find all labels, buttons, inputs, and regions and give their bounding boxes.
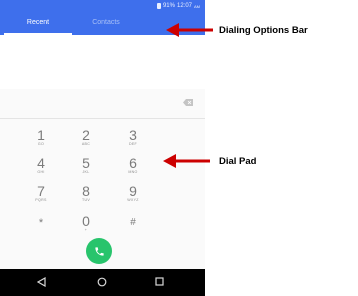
- key-digit: #: [130, 217, 136, 228]
- home-circle-icon[interactable]: [97, 277, 107, 287]
- dial-pad-label: Dial Pad: [219, 156, 257, 167]
- dial-key-7[interactable]: 7 PQRS: [16, 184, 66, 203]
- dial-key-0[interactable]: 0 +: [61, 214, 111, 233]
- dial-key-1[interactable]: 1 GO: [16, 128, 66, 147]
- dial-key-9[interactable]: 9 WXYZ: [108, 184, 158, 203]
- key-digit: *: [38, 217, 44, 229]
- dial-key-3[interactable]: 3 DEF: [108, 128, 158, 147]
- key-digit: 1: [37, 127, 45, 143]
- key-letters: ABC: [81, 142, 91, 146]
- dial-pad-arrow: [163, 154, 210, 168]
- clock-ampm: AM: [194, 3, 200, 9]
- back-triangle-icon[interactable]: [37, 277, 46, 287]
- key-letters: PQRS: [35, 198, 47, 202]
- dialing-options-arrow: [166, 23, 213, 37]
- navigation-bar: [0, 269, 205, 296]
- key-letters: WXYZ: [127, 198, 139, 202]
- key-letters: JKL: [82, 170, 90, 174]
- key-digit: 8: [82, 183, 90, 199]
- key-letters: GO: [37, 142, 45, 146]
- dial-key-4[interactable]: 4 GHI: [16, 156, 66, 175]
- key-letters: MNO: [128, 170, 138, 174]
- key-digit: 2: [82, 127, 90, 143]
- dial-key-6[interactable]: 6 MNO: [108, 156, 158, 175]
- call-button[interactable]: [86, 238, 112, 264]
- key-digit: 9: [129, 183, 137, 199]
- recents-square-icon[interactable]: [155, 277, 164, 286]
- phone-screen: 91% 12:07 AM Recent Contacts 1 GO 2 ABC …: [0, 0, 205, 296]
- key-letters: +: [84, 228, 88, 232]
- dial-pad: 1 GO 2 ABC 3 DEF 4 GHI 5 JKL 6 MNO 7 PQR…: [0, 122, 205, 240]
- battery-level: 91%: [162, 3, 175, 9]
- dialing-options-label: Dialing Options Bar: [219, 25, 308, 36]
- status-bar: 91% 12:07 AM: [0, 0, 205, 12]
- key-digit: 4: [37, 155, 45, 171]
- backspace-icon[interactable]: [183, 99, 193, 106]
- dial-key-5[interactable]: 5 JKL: [61, 156, 111, 175]
- tab-contacts[interactable]: Contacts: [72, 19, 140, 26]
- dial-key-star[interactable]: *: [16, 216, 66, 230]
- key-letters: TUV: [81, 198, 91, 202]
- key-letters: DEF: [128, 142, 138, 146]
- key-digit: 5: [82, 155, 90, 171]
- search-results-area[interactable]: [0, 35, 205, 90]
- dial-key-8[interactable]: 8 TUV: [61, 184, 111, 203]
- phone-call-icon: [94, 246, 104, 256]
- key-letters: GHI: [37, 170, 45, 174]
- dial-key-2[interactable]: 2 ABC: [61, 128, 111, 147]
- battery-icon: [156, 3, 161, 9]
- dialed-number-field[interactable]: [0, 89, 205, 119]
- key-digit: 7: [37, 183, 45, 199]
- key-digit: 6: [129, 155, 137, 171]
- key-digit: 0: [82, 213, 90, 229]
- clock-time: 12:07: [176, 3, 192, 9]
- dial-key-hash[interactable]: #: [108, 216, 158, 230]
- tab-recent[interactable]: Recent: [4, 19, 72, 26]
- key-digit: 3: [129, 127, 137, 143]
